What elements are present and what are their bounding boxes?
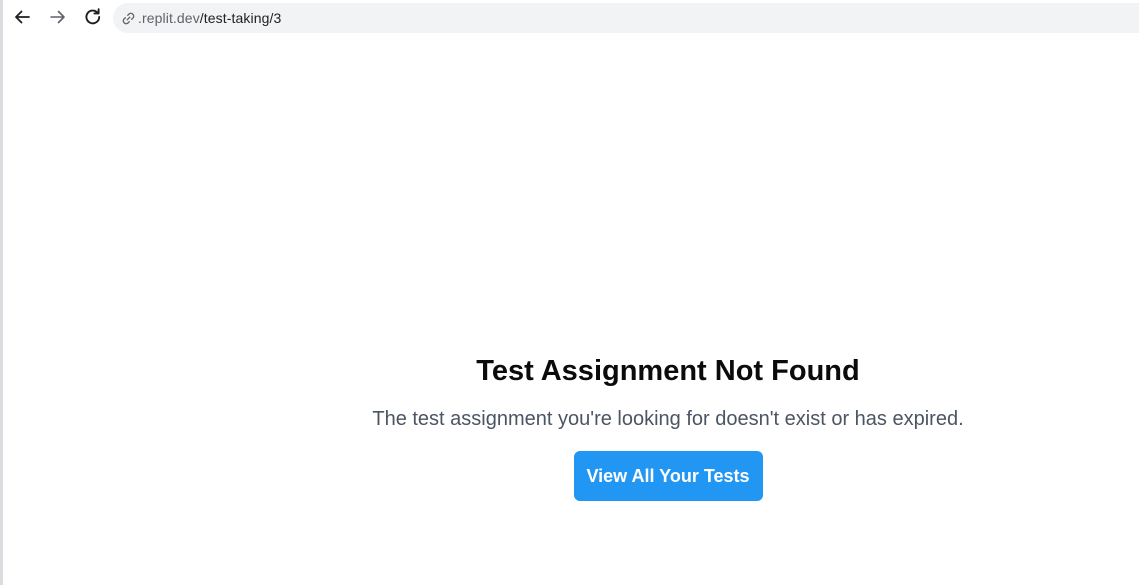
browser-window: .replit.dev/test-taking/3 Test Assignmen…: [0, 0, 1139, 585]
reload-button[interactable]: [80, 4, 106, 30]
address-bar[interactable]: .replit.dev/test-taking/3: [113, 3, 1139, 33]
browser-toolbar: .replit.dev/test-taking/3: [3, 0, 1139, 37]
arrow-left-icon: [13, 8, 31, 26]
view-all-tests-button[interactable]: View All Your Tests: [573, 451, 763, 501]
not-found-panel: Test Assignment Not Found The test assig…: [333, 351, 1003, 501]
reload-icon: [83, 7, 103, 27]
page-content: Test Assignment Not Found The test assig…: [3, 37, 1139, 585]
link-icon: [119, 9, 137, 27]
back-button[interactable]: [9, 4, 35, 30]
arrow-right-icon: [49, 8, 67, 26]
url-domain: .replit.dev: [138, 10, 200, 26]
url-path: /test-taking/3: [199, 10, 282, 26]
url-text: .replit.dev/test-taking/3: [138, 10, 281, 26]
error-message: The test assignment you're looking for d…: [372, 408, 964, 430]
forward-button[interactable]: [45, 4, 71, 30]
page-title: Test Assignment Not Found: [476, 355, 860, 387]
